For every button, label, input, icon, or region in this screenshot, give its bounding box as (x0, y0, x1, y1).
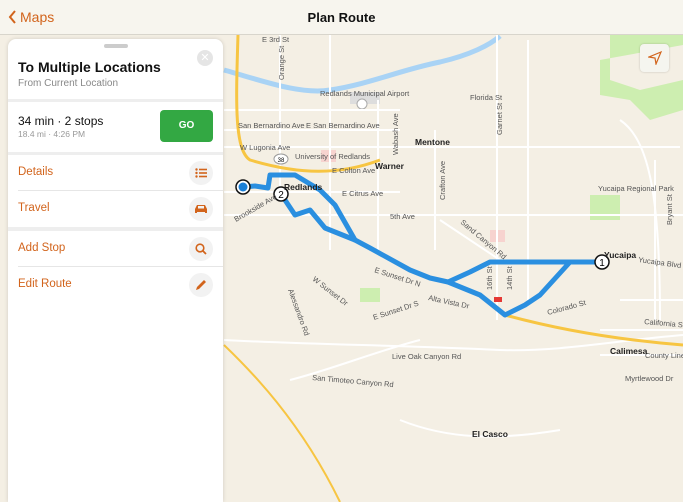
back-label: Maps (20, 9, 55, 25)
svg-text:E 3rd St: E 3rd St (262, 35, 290, 44)
svg-text:Orange St: Orange St (277, 45, 286, 80)
svg-text:E San Bernardino Ave: E San Bernardino Ave (306, 121, 380, 130)
svg-text:14th St: 14th St (505, 265, 514, 290)
search-icon[interactable] (189, 237, 213, 261)
svg-text:E Colton Ave: E Colton Ave (332, 166, 375, 175)
navigation-bar: Maps Plan Route (0, 0, 683, 35)
list-icon[interactable] (189, 161, 213, 185)
page-title: Plan Route (307, 9, 376, 25)
svg-text:County Line: County Line (645, 351, 683, 360)
close-icon: ✕ (200, 52, 210, 64)
details-row[interactable]: Details (8, 155, 223, 191)
edit-route-label: Edit Route (18, 278, 72, 290)
svg-text:University of Redlands: University of Redlands (295, 152, 370, 161)
svg-text:Yucaipa: Yucaipa (604, 250, 636, 260)
drag-handle[interactable] (104, 44, 128, 48)
svg-text:Redlands: Redlands (284, 182, 323, 192)
svg-text:5th Ave: 5th Ave (390, 212, 415, 221)
svg-text:Yucaipa Regional Park: Yucaipa Regional Park (598, 184, 674, 193)
svg-text:San Bernardino Ave: San Bernardino Ave (238, 121, 305, 130)
svg-text:El Casco: El Casco (472, 429, 508, 439)
current-location-button[interactable] (640, 44, 669, 72)
svg-text:E Citrus Ave: E Citrus Ave (342, 189, 383, 198)
svg-text:Mentone: Mentone (415, 137, 450, 147)
svg-text:Florida St: Florida St (470, 93, 503, 102)
add-stop-row[interactable]: Add Stop (8, 231, 223, 267)
details-label: Details (18, 166, 54, 178)
current-location-marker (235, 179, 251, 195)
svg-text:38: 38 (278, 158, 285, 164)
svg-text:W Lugonia Ave: W Lugonia Ave (240, 143, 290, 152)
go-button[interactable]: GO (160, 110, 213, 142)
svg-text:Garnet St: Garnet St (495, 102, 504, 135)
pencil-icon[interactable] (189, 273, 213, 297)
svg-text:Calimesa: Calimesa (610, 346, 648, 356)
highway-shield-38: 38 (273, 153, 289, 165)
route-panel: ✕ To Multiple Locations From Current Loc… (8, 39, 223, 502)
svg-text:Live Oak Canyon Rd: Live Oak Canyon Rd (392, 352, 461, 361)
svg-text:Redlands Municipal Airport: Redlands Municipal Airport (320, 89, 410, 98)
travel-row[interactable]: Travel (8, 191, 223, 227)
close-button[interactable]: ✕ (197, 50, 213, 66)
edit-route-row[interactable]: Edit Route (8, 267, 223, 303)
route-origin: From Current Location (18, 78, 119, 89)
car-icon[interactable] (189, 197, 213, 221)
route-title: To Multiple Locations (18, 59, 161, 75)
svg-text:Myrtlewood Dr: Myrtlewood Dr (625, 374, 674, 383)
svg-text:Wabash Ave: Wabash Ave (391, 113, 400, 155)
svg-text:Warner: Warner (375, 161, 405, 171)
svg-text:Bryant St: Bryant St (665, 193, 674, 225)
back-button[interactable]: Maps (8, 9, 54, 25)
route-duration-stops: 34 min · 2 stops (18, 114, 104, 128)
add-stop-label: Add Stop (18, 242, 66, 254)
travel-label: Travel (18, 202, 50, 214)
svg-text:Crafton Ave: Crafton Ave (438, 161, 447, 200)
svg-text:16th St: 16th St (485, 265, 494, 290)
chevron-left-icon (8, 10, 16, 24)
location-arrow-icon (647, 51, 662, 65)
route-distance-eta: 18.4 mi · 4:26 PM (18, 129, 86, 139)
